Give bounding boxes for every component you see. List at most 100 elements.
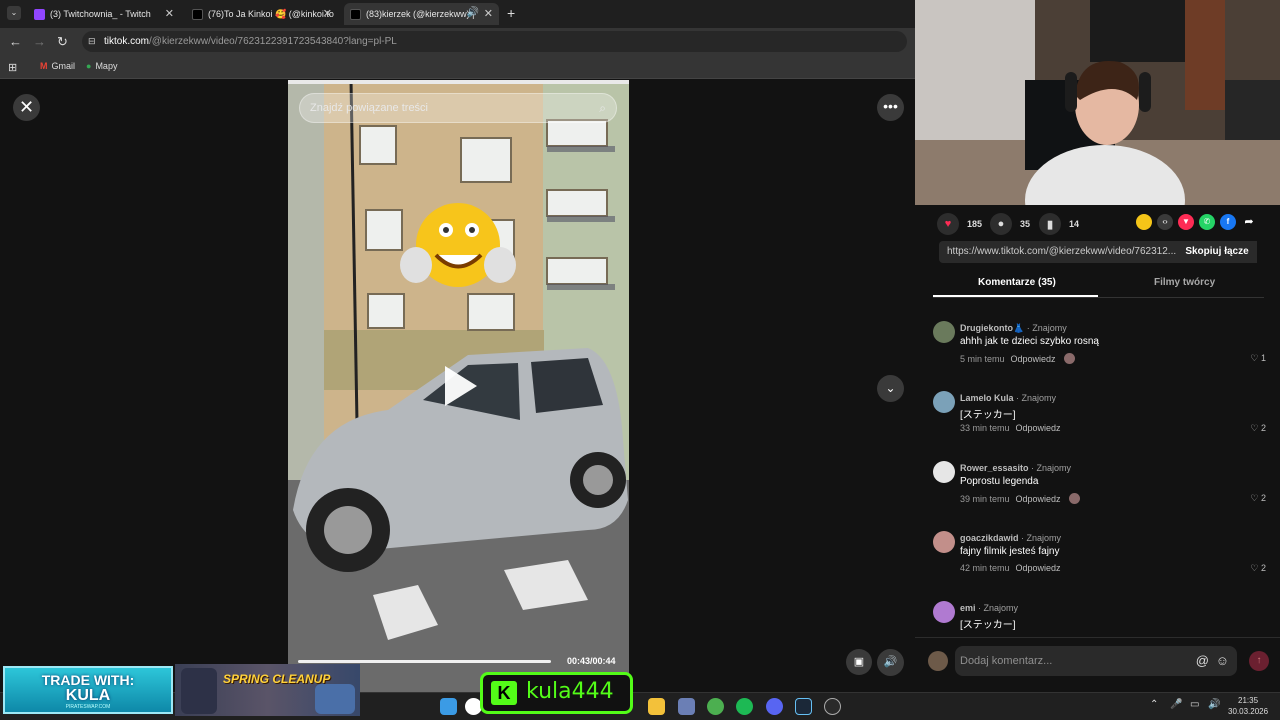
- reply-button[interactable]: Odpowiedz: [1011, 354, 1056, 364]
- store-icon[interactable]: [678, 698, 695, 715]
- copy-link-button[interactable]: Skopiuj łącze: [1177, 241, 1257, 263]
- save-stat[interactable]: ▮ 14: [1039, 213, 1079, 235]
- coin-icon[interactable]: [1136, 214, 1152, 230]
- reload-icon[interactable]: ↻: [57, 34, 68, 50]
- like-count: 185: [967, 219, 983, 229]
- tab-search-icon[interactable]: ⌄: [7, 6, 21, 20]
- reply-button[interactable]: Odpowiedz: [1016, 494, 1061, 504]
- comment-text: Poprostu legenda: [960, 476, 1039, 487]
- close-video-button[interactable]: ✕: [13, 94, 40, 121]
- windows-start-icon[interactable]: [440, 698, 457, 715]
- friend-tag: · Znajomy: [1018, 533, 1062, 543]
- share-arrow-icon[interactable]: ➦: [1241, 214, 1257, 230]
- avatar[interactable]: [933, 321, 955, 343]
- volume-icon[interactable]: 🔊: [877, 649, 904, 676]
- comment-item: Drugiekonto👗 · Znajomy ahhh jak te dziec…: [933, 321, 1268, 381]
- close-tab-icon[interactable]: ✕: [323, 7, 332, 20]
- friend-tag: · Znajomy: [1024, 323, 1067, 333]
- comment-input[interactable]: Dodaj komentarz... @ ☺: [955, 646, 1237, 676]
- send-to-friend-icon[interactable]: ▼: [1178, 214, 1194, 230]
- comment-meta: 42 min temu Odpowiedz: [960, 563, 1061, 573]
- new-tab-button[interactable]: +: [507, 5, 515, 21]
- spotify-icon[interactable]: [736, 698, 753, 715]
- tab-comments[interactable]: Komentarze (35): [978, 277, 1056, 288]
- site-info-icon[interactable]: ⊟: [88, 31, 96, 52]
- comment-author[interactable]: Drugiekonto👗 · Znajomy: [960, 323, 1067, 334]
- url-field[interactable]: ⊟ tiktok.com/@kierzekww/video/7623122391…: [82, 31, 907, 52]
- reaction-avatar-icon: [1063, 353, 1075, 364]
- twitch-icon: [34, 8, 45, 20]
- friend-tag: · Znajomy: [1028, 463, 1072, 473]
- picture-in-picture-icon[interactable]: ▣: [846, 649, 872, 675]
- file-explorer-icon[interactable]: [648, 698, 665, 715]
- send-comment-button[interactable]: ↑: [1249, 651, 1269, 671]
- tab-tiktok-kinkoi[interactable]: (76)To Ja Kinkoi 🥰 (@kinkoi.to ✕: [186, 3, 338, 25]
- reply-button[interactable]: Odpowiedz: [1016, 563, 1061, 573]
- close-tab-icon[interactable]: ✕: [165, 7, 174, 20]
- video-progress-bar[interactable]: [298, 660, 552, 663]
- friend-tag: · Znajomy: [975, 603, 1019, 613]
- comment-time: 42 min temu: [960, 563, 1010, 573]
- avatar[interactable]: [933, 531, 955, 553]
- chrome-icon[interactable]: [707, 698, 724, 715]
- comment-username: Lamelo Kula: [960, 393, 1014, 403]
- search-icon[interactable]: ⌕: [599, 94, 606, 122]
- network-icon[interactable]: ▭: [1190, 699, 1199, 710]
- my-avatar: [928, 651, 948, 671]
- embed-icon[interactable]: ‹›: [1157, 214, 1173, 230]
- heart-icon: ♥: [937, 213, 959, 235]
- comment-text: fajny filmik jesteś fajny: [960, 546, 1060, 557]
- avatar[interactable]: [933, 461, 955, 483]
- tab-creator-videos[interactable]: Filmy twórcy: [1154, 277, 1215, 288]
- browser-tab-bar: ⌄ (3) Twitchownia_ - Twitch ✕ (76)To Ja …: [0, 0, 915, 28]
- comment-like[interactable]: ♡ 2: [1250, 423, 1266, 434]
- comment-like[interactable]: ♡ 2: [1250, 563, 1266, 574]
- obs-icon[interactable]: [824, 698, 841, 715]
- steam-icon[interactable]: [795, 698, 812, 715]
- tiktok-icon: [350, 8, 361, 20]
- next-video-chevron-down-icon[interactable]: ⌄: [877, 375, 904, 402]
- close-tab-icon[interactable]: ✕: [484, 7, 493, 20]
- system-clock[interactable]: 21:35 30.03.2026: [1228, 695, 1268, 717]
- tray-chevron-icon[interactable]: ⌃: [1150, 699, 1158, 710]
- mention-icon[interactable]: @: [1196, 646, 1209, 676]
- reply-button[interactable]: Odpowiedz: [1016, 423, 1061, 433]
- bookmark-gmail[interactable]: M Gmail: [40, 61, 75, 71]
- forward-icon[interactable]: →: [33, 34, 46, 49]
- play-icon[interactable]: [443, 364, 479, 408]
- comment-like[interactable]: ♡ 1: [1250, 353, 1266, 364]
- comment-author[interactable]: emi · Znajomy: [960, 603, 1018, 613]
- apps-grid-icon[interactable]: ⊞: [8, 61, 17, 74]
- back-icon[interactable]: ←: [9, 34, 22, 49]
- comment-like-count: 1: [1260, 353, 1266, 363]
- avatar[interactable]: [933, 391, 955, 413]
- video-time: 00:43/00:44: [567, 656, 616, 666]
- comment-author[interactable]: goaczikdawid · Znajomy: [960, 533, 1061, 543]
- whatsapp-icon[interactable]: ✆: [1199, 214, 1215, 230]
- more-options-button[interactable]: •••: [877, 94, 904, 121]
- tiktok-video-page: ✕ Znajdź powiązane treści ⌕ 00:43/00:44 …: [0, 80, 915, 692]
- facebook-icon[interactable]: f: [1220, 214, 1236, 230]
- address-bar-row: ← → ↻ ⊟ tiktok.com/@kierzekww/video/7623…: [0, 28, 915, 55]
- bookmark-maps[interactable]: ● Mapy: [86, 61, 117, 71]
- speaker-icon[interactable]: 🔊: [467, 7, 479, 18]
- comment-author[interactable]: Lamelo Kula · Znajomy: [960, 393, 1056, 403]
- discord-icon[interactable]: [766, 698, 783, 715]
- tab-twitch[interactable]: (3) Twitchownia_ - Twitch ✕: [28, 3, 180, 25]
- comment-like[interactable]: ♡ 2: [1250, 493, 1266, 504]
- kick-channel-name: kula444: [526, 679, 614, 704]
- emoji-icon[interactable]: ☺: [1216, 646, 1229, 676]
- related-content-search[interactable]: Znajdź powiązane treści ⌕: [299, 93, 617, 123]
- avatar[interactable]: [933, 601, 955, 623]
- comment-stat[interactable]: ● 35: [990, 213, 1030, 235]
- save-count: 14: [1069, 219, 1080, 229]
- tab-title: (83)kierzek (@kierzekww) |: [366, 9, 475, 19]
- comment-author[interactable]: Rower_essasito · Znajomy: [960, 463, 1071, 473]
- tab-tiktok-kierzek[interactable]: (83)kierzek (@kierzekww) | 🔊 ✕: [344, 3, 499, 25]
- like-stat[interactable]: ♥ 185: [937, 213, 982, 235]
- comment-composer: Dodaj komentarz... @ ☺ ↑: [915, 637, 1280, 692]
- spring-cleanup-text: SPRING CLEANUP: [223, 672, 331, 686]
- volume-tray-icon[interactable]: 🔊: [1208, 699, 1220, 710]
- comment-item: goaczikdawid · Znajomy fajny filmik jest…: [933, 531, 1268, 591]
- microphone-icon[interactable]: 🎤: [1170, 699, 1182, 710]
